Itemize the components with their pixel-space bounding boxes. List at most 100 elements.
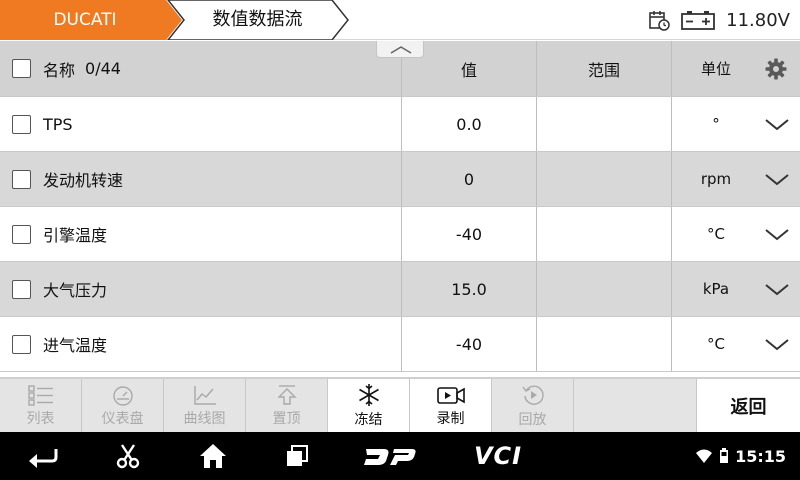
nav-recents-button[interactable] [274,432,320,480]
pin-top-button[interactable]: 置顶 [246,379,328,432]
row-checkbox[interactable] [12,334,31,354]
header-name-cell: 名称 0/44 [0,41,402,96]
line-graph-icon [193,385,216,405]
row-value: -40 [455,224,483,244]
row-unit-cell[interactable]: ° [672,97,800,151]
system-nav-bar: DP VCI 15:15 [0,432,800,480]
table-row[interactable]: 进气温度 -40 °C [0,317,800,372]
gauge-button[interactable]: 仪表盘 [82,379,164,432]
collapse-toggle[interactable] [376,41,424,58]
table-row[interactable]: TPS 0.0 ° [0,97,800,152]
playback-button[interactable]: 回放 [492,379,574,432]
row-name: 大气压力 [43,281,108,300]
row-name-cell: 引擎温度 [0,207,402,261]
row-unit: °C [707,335,725,353]
row-name-cell: 进气温度 [0,317,402,371]
freeze-button[interactable]: 冻结 [328,379,410,432]
chevron-down-icon[interactable] [764,336,790,352]
record-button[interactable]: 录制 [410,379,492,432]
row-value: -40 [455,334,483,354]
gauge-label: 仪表盘 [101,410,144,427]
scissors-icon [116,444,140,469]
row-value: 15.0 [451,279,487,299]
chevron-down-icon[interactable] [764,281,790,297]
graph-button[interactable]: 曲线图 [164,379,246,432]
row-range-cell [537,152,672,206]
row-range-cell [537,97,672,151]
table-row[interactable]: 引擎温度 -40 °C [0,207,800,262]
row-range-cell [537,262,672,316]
table-row[interactable]: 发动机转速 0 rpm [0,152,800,207]
row-value-cell: 15.0 [402,262,537,316]
row-name-cell: 大气压力 [0,262,402,316]
row-value-cell: 0.0 [402,97,537,151]
nav-back-button[interactable] [20,432,66,480]
row-value-cell: -40 [402,317,537,371]
row-unit: kPa [702,280,730,298]
chevron-up-icon [390,46,412,54]
header-range-label: 范围 [587,60,620,80]
row-unit: °C [707,225,725,243]
row-checkbox[interactable] [12,224,31,244]
row-name: 进气温度 [43,336,108,355]
select-all-checkbox[interactable] [12,59,31,78]
row-range-cell [537,317,672,371]
row-unit-cell[interactable]: kPa [672,262,800,316]
page-title: 数值数据流 [212,9,303,30]
freeze-label: 冻结 [354,411,383,428]
header-unit-cell: 单位 [672,41,800,96]
row-value: 0.0 [456,114,482,134]
nav-vci-button[interactable]: VCI [466,432,530,480]
row-checkbox[interactable] [12,169,31,189]
row-name-cell: 发动机转速 [0,152,402,206]
graph-label: 曲线图 [183,410,226,427]
back-button[interactable]: 返回 [696,379,800,432]
row-unit-cell[interactable]: °C [672,317,800,371]
row-checkbox[interactable] [12,114,31,134]
row-unit-cell[interactable]: rpm [672,152,800,206]
top-bar: DUCATI 数值数据流 11.80V [0,0,800,40]
table-header: 名称 0/44 值 范围 单位 [0,41,800,97]
pin-top-label: 置顶 [272,410,301,427]
breadcrumb-brand[interactable]: DUCATI [0,0,182,40]
header-name-label: 名称 [43,60,76,80]
header-range-cell: 范围 [537,41,672,96]
row-range-cell [537,207,672,261]
dp-logo-icon: DP [364,449,416,465]
back-arrow-icon [29,449,58,468]
status-clock-area: 15:15 [695,432,786,480]
selected-count: 0/44 [85,59,121,78]
row-value-cell: -40 [402,207,537,261]
nav-screenshot-button[interactable] [106,432,150,480]
playback-label: 回放 [518,411,547,428]
list-icon [27,384,53,406]
list-button[interactable]: 列表 [0,379,82,432]
gauge-icon [112,385,133,406]
chevron-down-icon[interactable] [764,116,790,132]
header-value-label: 值 [460,60,477,80]
table-row[interactable]: 大气压力 15.0 kPa [0,262,800,317]
list-label: 列表 [26,410,55,427]
video-record-icon [436,386,465,404]
home-icon [200,444,226,468]
row-unit-cell[interactable]: °C [672,207,800,261]
nav-dp-button[interactable]: DP [360,432,420,480]
brand-label: DUCATI [53,10,117,30]
chevron-down-icon[interactable] [764,226,790,242]
calendar-clock-icon[interactable] [648,9,670,31]
wifi-icon [696,449,713,463]
gear-icon[interactable] [764,57,788,81]
row-name: 引擎温度 [43,226,108,245]
clock: 15:15 [735,446,786,466]
row-name: 发动机转速 [43,171,124,190]
chevron-down-icon[interactable] [764,171,790,187]
row-unit: rpm [700,170,732,188]
battery-icon [681,11,716,30]
status-area: 11.80V [648,0,790,40]
battery-status-icon [720,448,729,463]
row-checkbox[interactable] [12,279,31,299]
data-stream-table: 名称 0/44 值 范围 单位 TPS 0.0 ° 发动机转速 0 rpm 引擎… [0,41,800,377]
nav-home-button[interactable] [190,432,236,480]
row-value-cell: 0 [402,152,537,206]
pin-top-icon [276,384,297,405]
